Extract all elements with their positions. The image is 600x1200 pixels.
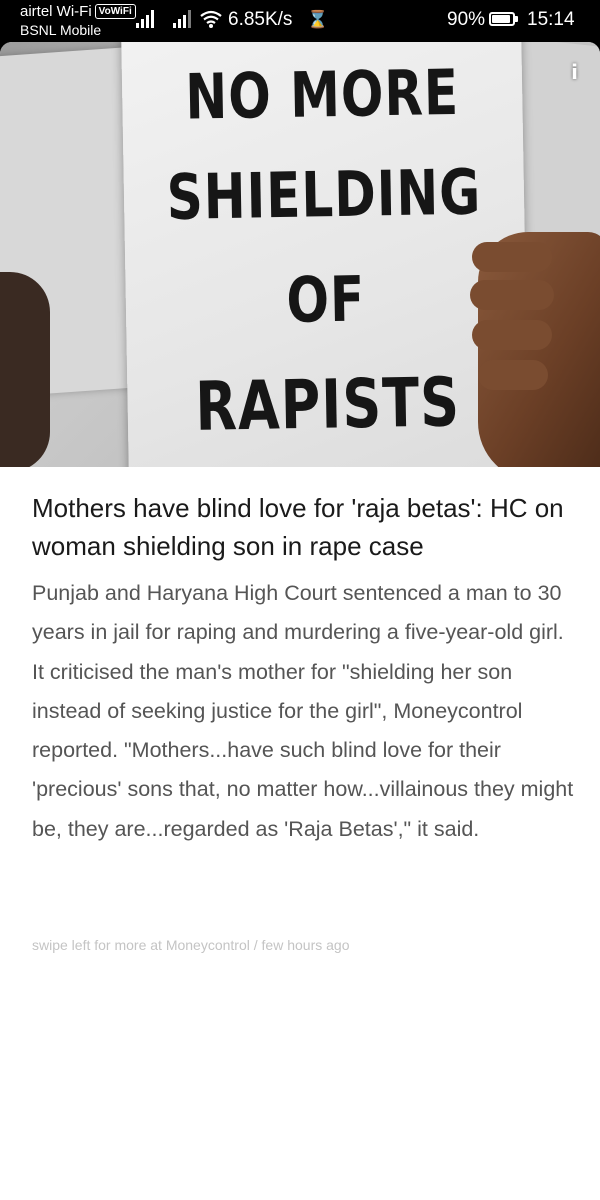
finger: [472, 242, 552, 272]
battery-fill: [492, 15, 510, 23]
sign-text-line: SHIELDING: [166, 156, 482, 234]
network-speed: 6.85K/s: [228, 9, 293, 30]
carrier-secondary: BSNL Mobile: [20, 22, 102, 38]
battery-icon: [489, 12, 515, 26]
article-headline[interactable]: Mothers have blind love for 'raja betas'…: [32, 489, 577, 565]
carrier-primary: airtel Wi-Fi VoWiFi: [20, 3, 136, 20]
wifi-icon: [200, 10, 222, 28]
sign-text-line: NO MORE: [184, 56, 460, 134]
sign-text-line: RAPISTS: [194, 362, 461, 447]
signal-icon: [173, 10, 191, 28]
screen: airtel Wi-Fi VoWiFi BSNL Mobile 6.85K/s ⌛…: [0, 0, 600, 1200]
finger: [472, 320, 552, 350]
source-footer[interactable]: swipe left for more at Moneycontrol / fe…: [32, 937, 349, 953]
background-person: [0, 272, 50, 467]
news-card[interactable]: NO MORE SHIELDING OF RAPISTS i Mothers h…: [0, 42, 600, 1200]
finger: [470, 280, 554, 310]
hourglass-icon: ⌛: [307, 10, 329, 29]
protest-sign: NO MORE SHIELDING OF RAPISTS: [121, 42, 529, 467]
article-image[interactable]: NO MORE SHIELDING OF RAPISTS i: [0, 42, 600, 467]
vowifi-badge: VoWiFi: [94, 4, 136, 19]
battery-percent: 90%: [447, 9, 486, 30]
sign-text-line: OF: [285, 263, 366, 337]
battery-tip: [515, 16, 518, 22]
clock: 15:14: [527, 9, 575, 30]
status-bar: airtel Wi-Fi VoWiFi BSNL Mobile 6.85K/s ⌛…: [0, 0, 600, 42]
finger: [478, 360, 548, 390]
article-body: Punjab and Haryana High Court sentenced …: [32, 581, 574, 841]
carrier-primary-label: airtel Wi-Fi: [20, 3, 92, 20]
info-icon[interactable]: i: [571, 60, 578, 84]
signal-icon: [136, 10, 154, 28]
